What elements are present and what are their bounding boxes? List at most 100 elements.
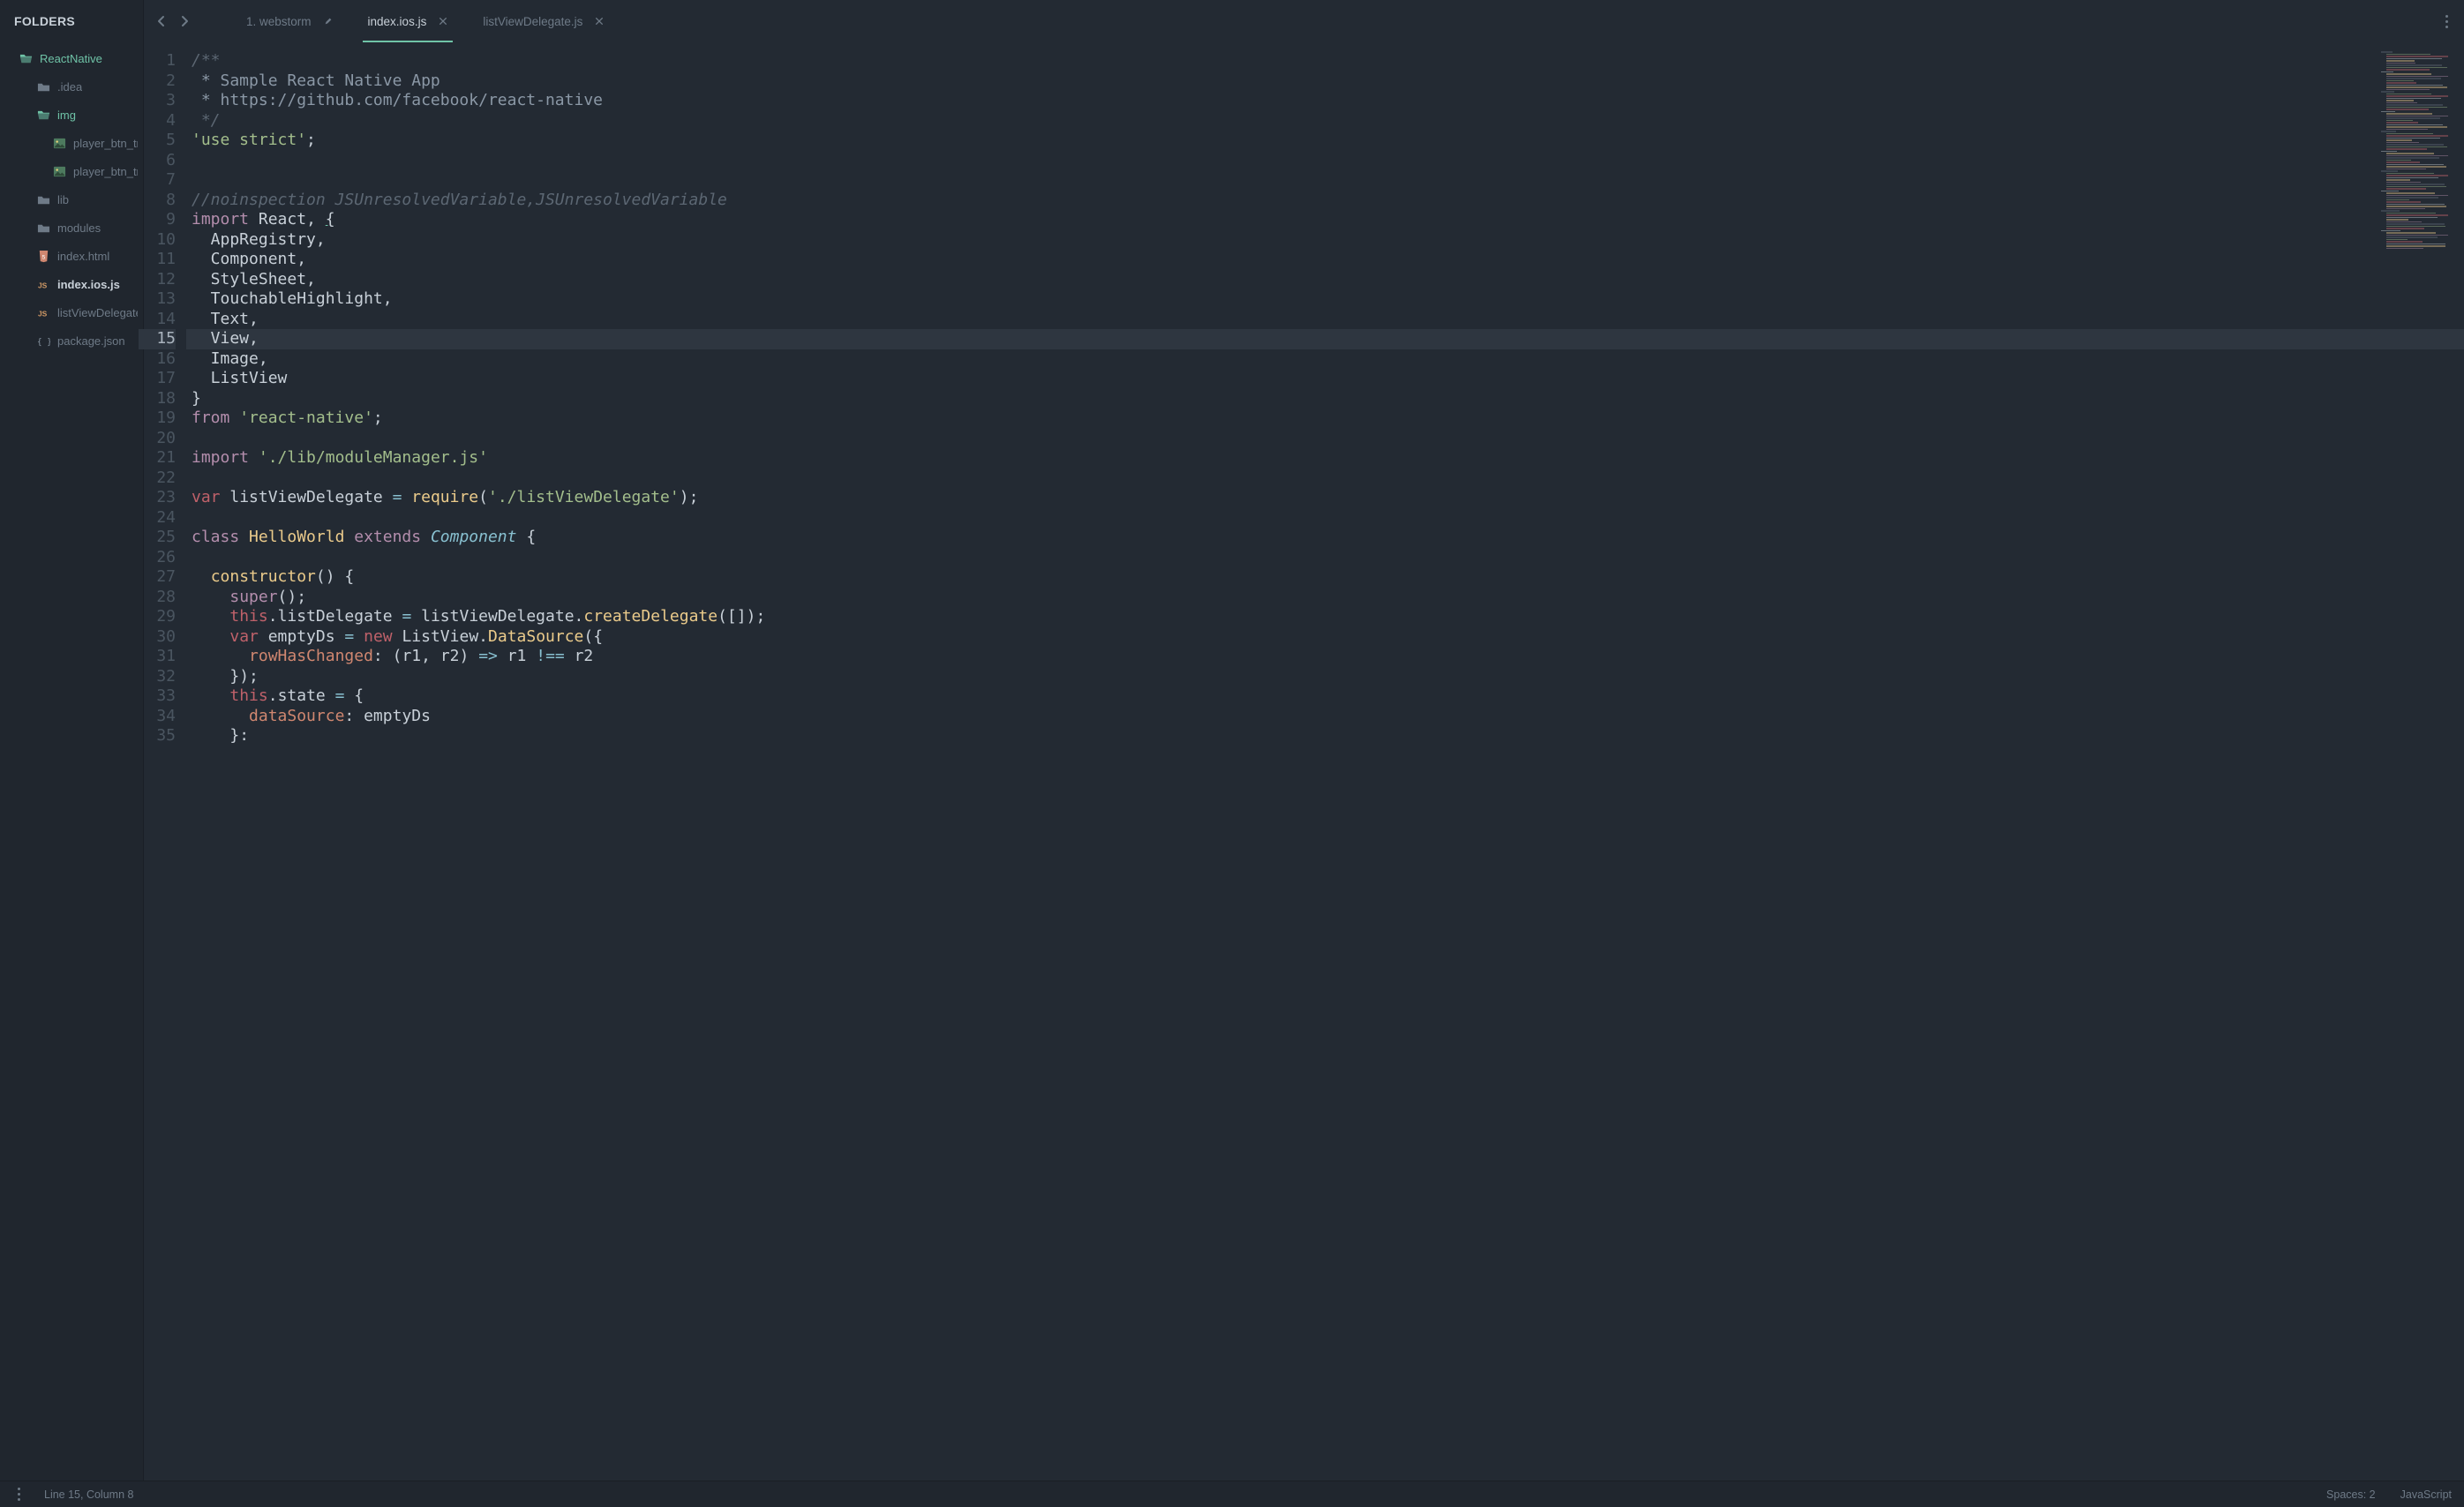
tab-index-ios-js[interactable]: index.ios.js: [350, 0, 466, 42]
tree-item-label: .idea: [57, 80, 82, 94]
tree-item-player-btn-tra[interactable]: player_btn_tra: [0, 157, 143, 185]
tree-item-label: index.html: [57, 250, 109, 263]
image-icon: [53, 137, 66, 150]
cursor-position[interactable]: Line 15, Column 8: [44, 1488, 133, 1501]
image-icon: [53, 165, 66, 178]
code-line[interactable]: StyleSheet,: [192, 270, 2464, 290]
code-line[interactable]: Component,: [192, 250, 2464, 270]
tree-item-index-ios-js[interactable]: JS index.ios.js: [0, 270, 143, 298]
line-number: 15: [139, 329, 176, 349]
code-editor[interactable]: 1234567891011121314151617181920212223242…: [144, 42, 2464, 1481]
code-line[interactable]: View,: [186, 329, 2464, 349]
tree-item--idea[interactable]: .idea: [0, 72, 143, 101]
dirty-indicator-icon: [225, 17, 234, 26]
line-number: 8: [144, 191, 176, 211]
code-line[interactable]: this.listDelegate = listViewDelegate.cre…: [192, 607, 2464, 627]
code-line[interactable]: var emptyDs = new ListView.DataSource({: [192, 627, 2464, 648]
folder-open-root-icon: [19, 52, 33, 65]
nav-back-icon[interactable]: [154, 14, 169, 28]
tree-item-label: index.ios.js: [57, 278, 120, 291]
code-line[interactable]: });: [192, 667, 2464, 687]
file-json-icon: { }: [37, 334, 50, 348]
tree-item-modules[interactable]: modules: [0, 214, 143, 242]
code-line[interactable]: [192, 548, 2464, 568]
code-line[interactable]: [192, 170, 2464, 191]
code-line[interactable]: */: [192, 111, 2464, 131]
tree-item-label: package.json: [57, 334, 125, 348]
file-tree: ReactNative .idea img player_btn_traplayer_…: [0, 42, 143, 1481]
code-line[interactable]: super();: [192, 588, 2464, 608]
code-line[interactable]: [192, 429, 2464, 449]
line-number: 12: [144, 270, 176, 290]
line-number: 19: [144, 409, 176, 429]
code-line[interactable]: [192, 508, 2464, 529]
line-number: 4: [144, 111, 176, 131]
file-js-icon: JS: [37, 278, 50, 291]
statusbar-menu-icon[interactable]: [12, 1488, 25, 1501]
app-root: FOLDERS ReactNative.ideaimgplayer_btn_tr…: [0, 0, 2464, 1507]
code-line[interactable]: //noinspection JSUnresolvedVariable,JSUn…: [192, 191, 2464, 211]
nav-arrows: [154, 14, 192, 28]
code-line[interactable]: [192, 469, 2464, 489]
close-icon[interactable]: [595, 17, 604, 26]
tree-item-label: lib: [57, 193, 69, 206]
tree-item-player-btn-tra[interactable]: player_btn_tra: [0, 129, 143, 157]
code-line[interactable]: this.state = {: [192, 686, 2464, 707]
code-line[interactable]: [192, 151, 2464, 171]
line-number: 20: [144, 429, 176, 449]
code-line[interactable]: }:: [192, 726, 2464, 746]
code-line[interactable]: 'use strict';: [192, 131, 2464, 151]
code-line[interactable]: import './lib/moduleManager.js': [192, 448, 2464, 469]
line-number: 1: [144, 51, 176, 71]
line-number: 2: [144, 71, 176, 92]
code-line[interactable]: AppRegistry,: [192, 230, 2464, 251]
more-icon[interactable]: [2439, 15, 2453, 28]
indent-setting[interactable]: Spaces: 2: [2326, 1488, 2376, 1501]
code-line[interactable]: * https://github.com/facebook/react-nati…: [192, 91, 2464, 111]
code-line[interactable]: from 'react-native';: [192, 409, 2464, 429]
language-mode[interactable]: JavaScript: [2400, 1488, 2452, 1501]
code-line[interactable]: import React, {: [192, 210, 2464, 230]
line-number: 27: [144, 567, 176, 588]
code-line[interactable]: dataSource: emptyDs: [192, 707, 2464, 727]
code-line[interactable]: rowHasChanged: (r1, r2) => r1 !== r2: [192, 647, 2464, 667]
file-html-icon: 5: [37, 250, 50, 263]
tree-item-lib[interactable]: lib: [0, 185, 143, 214]
workspace: FOLDERS ReactNative.ideaimgplayer_btn_tr…: [0, 0, 2464, 1481]
code-line[interactable]: TouchableHighlight,: [192, 289, 2464, 310]
tab-label: listViewDelegate.js: [483, 15, 582, 28]
tree-item-label: listViewDelegate: [57, 306, 138, 319]
close-icon[interactable]: [439, 17, 447, 26]
folder-icon: [37, 221, 50, 235]
code-line[interactable]: ListView: [192, 369, 2464, 389]
tree-item-listviewdelegate[interactable]: JSlistViewDelegate: [0, 298, 143, 326]
gutter: 1234567891011121314151617181920212223242…: [144, 42, 186, 1481]
tab-1-webstorm[interactable]: 1. webstorm: [207, 0, 350, 42]
tree-item-package-json[interactable]: { } package.json: [0, 326, 143, 355]
tree-item-label: modules: [57, 221, 101, 235]
nav-forward-icon[interactable]: [177, 14, 192, 28]
line-number: 3: [144, 91, 176, 111]
line-number: 9: [144, 210, 176, 230]
code-line[interactable]: class HelloWorld extends Component {: [192, 528, 2464, 548]
code-line[interactable]: Text,: [192, 310, 2464, 330]
code-line[interactable]: Image,: [192, 349, 2464, 370]
code-line[interactable]: * Sample React Native App: [192, 71, 2464, 92]
line-number: 29: [144, 607, 176, 627]
tree-item-label: img: [57, 109, 76, 122]
tree-item-reactnative[interactable]: ReactNative: [0, 44, 143, 72]
code-line[interactable]: constructor() {: [192, 567, 2464, 588]
code-line[interactable]: }: [192, 389, 2464, 409]
pencil-icon[interactable]: [324, 17, 333, 26]
line-number: 17: [144, 369, 176, 389]
tab-listviewdelegate-js[interactable]: listViewDelegate.js: [465, 0, 621, 42]
tree-item-img[interactable]: img: [0, 101, 143, 129]
status-bar: Line 15, Column 8 Spaces: 2 JavaScript: [0, 1481, 2464, 1507]
code-area[interactable]: /** * Sample React Native App * https://…: [186, 42, 2464, 1481]
tabs: 1. webstormindex.ios.js listViewDelegate.…: [207, 0, 2432, 42]
editor-panel: 1. webstormindex.ios.js listViewDelegate.…: [143, 0, 2464, 1481]
tree-item-index-html[interactable]: 5 index.html: [0, 242, 143, 270]
line-number: 28: [144, 588, 176, 608]
code-line[interactable]: /**: [192, 51, 2464, 71]
code-line[interactable]: var listViewDelegate = require('./listVi…: [192, 488, 2464, 508]
